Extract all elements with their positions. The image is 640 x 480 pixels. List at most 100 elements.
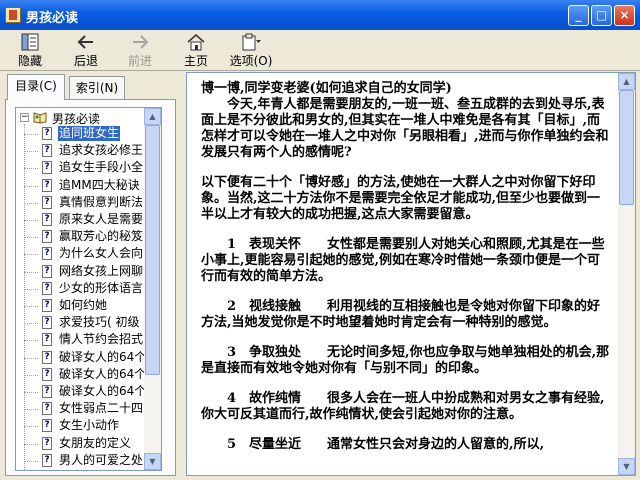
tree-item-label: 破译女人的64个 bbox=[59, 366, 147, 381]
tree-item-label: 追同班女生 bbox=[58, 126, 121, 141]
tree-connector bbox=[24, 426, 38, 428]
tree-guide-line bbox=[24, 124, 25, 470]
article-paragraph: 以下便有二十个「博好感」的方法,使她在一大群人之中对你留下好印象。当然,这二十方… bbox=[201, 175, 601, 222]
tab-contents[interactable]: 目录(C) bbox=[7, 74, 65, 100]
tree-connector bbox=[24, 220, 38, 221]
tree-connector bbox=[24, 306, 38, 307]
options-icon bbox=[242, 33, 261, 51]
help-topic-icon: ? bbox=[42, 299, 52, 312]
scroll-up-icon[interactable]: ▲ bbox=[144, 108, 161, 125]
tree-item-label: 真情假意判断法 bbox=[59, 194, 144, 209]
help-topic-icon: ? bbox=[42, 402, 52, 416]
tree-connector bbox=[24, 340, 38, 342]
article-paragraph: 1 表现关怀 女性都是需要别人对她关心和照顾,尤其是在一些小事上,更能容易引起她… bbox=[201, 237, 605, 284]
article-title: 博一博,同学变老婆(如何追求自己的女同学) bbox=[201, 81, 452, 96]
tree-connector bbox=[24, 288, 38, 290]
close-button[interactable]: × bbox=[614, 5, 635, 26]
help-topic-icon: ? bbox=[42, 213, 52, 226]
content-pane: 博一博,同学变老婆(如何追求自己的女同学) 今天,年青人都是需要朋友的,一班一班… bbox=[186, 72, 636, 476]
home-label: 主页 bbox=[183, 54, 208, 68]
tree-scrollbar[interactable]: ▲ ▼ bbox=[144, 108, 161, 470]
help-topic-icon: ? bbox=[42, 161, 52, 175]
help-topic-icon: ? bbox=[42, 333, 52, 347]
options-button[interactable]: 选项(O) bbox=[226, 32, 276, 68]
forward-arrow-icon bbox=[133, 35, 149, 49]
contents-panel: − 男孩必读 ? 追同班女生? 追求女孩必修王? 追女生手段小全? 追MM四大秘诀? 真情… bbox=[5, 99, 176, 476]
app-book-icon bbox=[5, 7, 21, 23]
tree-connector bbox=[24, 271, 38, 273]
tree-connector bbox=[24, 392, 38, 393]
help-topic-icon: ? bbox=[42, 419, 52, 433]
content-scroll-thumb[interactable] bbox=[619, 90, 634, 205]
hide-button[interactable]: 隐藏 bbox=[10, 32, 50, 68]
tree-item-label: 女性弱点二十四 bbox=[59, 401, 144, 416]
tree-connector bbox=[24, 237, 38, 239]
tree-connector bbox=[24, 185, 38, 187]
contents-tree[interactable]: − 男孩必读 ? 追同班女生? 追求女孩必修王? 追女生手段小全? 追MM四大秘诀? 真情… bbox=[15, 107, 162, 471]
tree-connector bbox=[24, 409, 38, 411]
scroll-down-icon[interactable]: ▼ bbox=[144, 453, 161, 470]
window-title: 男孩必读 bbox=[26, 11, 79, 26]
tree-item-label: 女朋友的定义 bbox=[59, 435, 132, 450]
forward-label: 前进 bbox=[127, 54, 152, 68]
tree-item-label: 赢取芳心的秘笈 bbox=[59, 229, 144, 244]
title-bar[interactable]: 男孩必读 _ □ × bbox=[0, 0, 640, 30]
tree-item-label: 原来女人是需要 bbox=[59, 212, 144, 226]
tree-connector bbox=[24, 151, 38, 153]
help-topic-icon: ? bbox=[42, 316, 52, 330]
back-button[interactable]: 后退 bbox=[66, 32, 106, 68]
toolbar: 隐藏 后退 前进 主页 选项(O) bbox=[0, 30, 640, 71]
tree-item-label: 破译女人的64个 bbox=[59, 349, 147, 364]
tree-connector bbox=[24, 357, 38, 359]
help-topic-icon: ? bbox=[42, 195, 52, 209]
help-topic-icon: ? bbox=[42, 367, 52, 381]
article-paragraph: 2 视线接触 利用视线的互相接触也是令她对你留下印象的好方法,当她发觉你是不时地… bbox=[201, 299, 601, 330]
scroll-down-icon[interactable]: ▼ bbox=[618, 458, 635, 475]
help-topic-icon: ? bbox=[42, 436, 52, 450]
article-paragraph: 4 故作纯情 很多人会在一班人中扮成熟和对男女之事有经验,你大可反其道而行,故作… bbox=[201, 391, 605, 422]
tree-item-label: 女生小动作 bbox=[59, 418, 120, 433]
home-button[interactable]: 主页 bbox=[176, 32, 216, 68]
hide-label: 隐藏 bbox=[17, 54, 42, 68]
pane-splitter[interactable] bbox=[177, 74, 183, 476]
help-topic-icon: ? bbox=[42, 178, 52, 192]
tree-item-label: 少女的形体语言 bbox=[59, 280, 144, 295]
tree-root-label: 男孩必读 bbox=[52, 112, 101, 126]
tree-item-label: 追女生手段小全 bbox=[59, 160, 144, 175]
tree-item-label: 网络女孩上网聊 bbox=[59, 263, 144, 278]
help-topic-icon: ? bbox=[42, 144, 52, 158]
tree-connector bbox=[24, 443, 38, 445]
tree-connector bbox=[24, 134, 38, 135]
minimize-button[interactable]: _ bbox=[568, 5, 589, 26]
back-arrow-icon bbox=[77, 35, 93, 49]
help-topic-icon: ? bbox=[42, 385, 52, 398]
options-label: 选项(O) bbox=[229, 54, 273, 68]
tree-item-label: 男人的可爱之处 bbox=[59, 452, 144, 467]
collapse-icon[interactable]: − bbox=[20, 113, 29, 122]
tree-connector bbox=[24, 254, 38, 256]
hide-pane-icon bbox=[21, 33, 39, 51]
tree-connector bbox=[24, 168, 38, 170]
tree-item-label: 求爱技巧( 初级 bbox=[59, 315, 140, 330]
tree-connector bbox=[24, 460, 38, 462]
tree-item-label: 追求女孩必修王 bbox=[59, 143, 144, 158]
help-topic-icon: ? bbox=[42, 350, 52, 364]
tree-item-label: 为什么女人会向 bbox=[59, 246, 144, 261]
article: 博一博,同学变老婆(如何追求自己的女同学) 今天,年青人都是需要朋友的,一班一班… bbox=[201, 81, 611, 467]
article-paragraph: 3 争取独处 无论时间多短,你也应争取与她单独相处的机会,那是直接而有效地令她对… bbox=[201, 345, 610, 376]
help-topic-icon: ? bbox=[42, 127, 52, 140]
help-topic-icon: ? bbox=[42, 281, 52, 295]
maximize-button[interactable]: □ bbox=[591, 5, 612, 26]
forward-button[interactable]: 前进 bbox=[120, 32, 160, 68]
tab-index[interactable]: 索引(N) bbox=[69, 76, 125, 100]
article-paragraph: 今天,年青人都是需要朋友的,一班一班、叁五成群的去到处寻乐,表面上是不分彼此和男… bbox=[201, 97, 609, 160]
content-scrollbar[interactable]: ▲ ▼ bbox=[618, 73, 635, 475]
tree-connector bbox=[24, 374, 38, 376]
tree-scroll-thumb[interactable] bbox=[145, 125, 160, 375]
help-topic-icon: ? bbox=[42, 247, 52, 261]
tree-item-label: 如何约她 bbox=[59, 298, 108, 312]
scroll-up-icon[interactable]: ▲ bbox=[618, 73, 635, 90]
tree-connector bbox=[24, 202, 38, 204]
tree-item-label: 情人节约会招式 bbox=[59, 332, 144, 347]
tree-item-label: 追MM四大秘诀 bbox=[59, 177, 140, 192]
